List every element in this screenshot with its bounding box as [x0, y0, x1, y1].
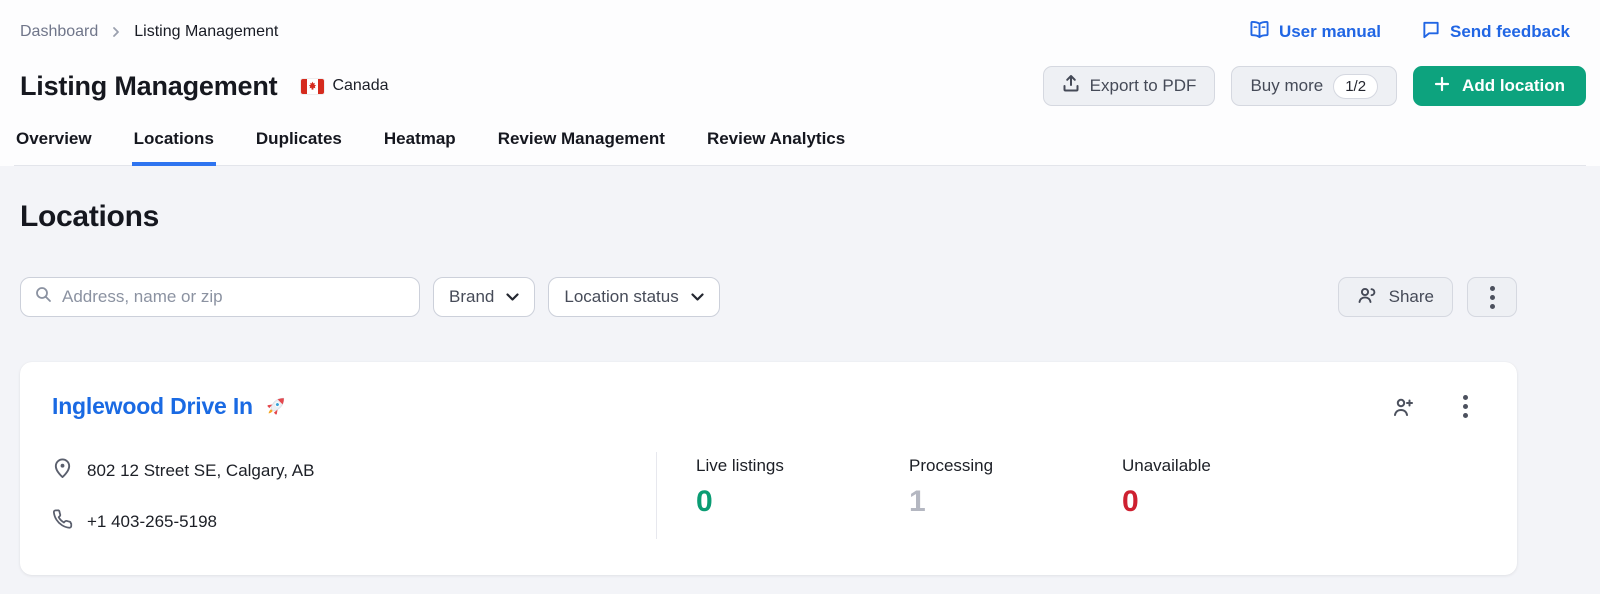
- divider: [656, 452, 657, 539]
- more-actions-button[interactable]: [1467, 277, 1517, 317]
- search-icon: [35, 286, 52, 308]
- stat-unavailable: Unavailable 0: [1122, 456, 1335, 535]
- quota-badge: 1/2: [1333, 74, 1378, 99]
- user-manual-label: User manual: [1279, 22, 1381, 42]
- buy-more-button[interactable]: Buy more 1/2: [1231, 66, 1397, 106]
- chevron-down-icon: [506, 287, 519, 307]
- listing-stats: Live listings 0 Processing 1 Unavailable…: [696, 456, 1335, 535]
- rocket-emoji: [263, 393, 289, 419]
- chevron-right-icon: [110, 26, 122, 38]
- page-title: Listing Management: [20, 71, 277, 102]
- chevron-down-icon: [691, 287, 704, 307]
- send-feedback-link[interactable]: Send feedback: [1421, 20, 1570, 44]
- phone-row: +1 403-265-5198: [52, 509, 656, 535]
- stat-label: Processing: [909, 456, 1122, 476]
- brand-filter-dropdown[interactable]: Brand: [433, 277, 535, 317]
- stat-value: 0: [1122, 485, 1335, 519]
- share-label: Share: [1389, 287, 1434, 307]
- location-name-link[interactable]: Inglewood Drive In: [52, 393, 253, 420]
- plus-icon: [1434, 76, 1450, 97]
- canada-flag-icon: [301, 79, 324, 94]
- kebab-icon: [1490, 286, 1495, 309]
- search-input[interactable]: [62, 287, 405, 307]
- tab-review-management[interactable]: Review Management: [496, 125, 667, 166]
- tab-duplicates[interactable]: Duplicates: [254, 125, 344, 166]
- buy-more-label: Buy more: [1250, 76, 1323, 96]
- tab-locations[interactable]: Locations: [132, 125, 216, 166]
- brand-filter-label: Brand: [449, 287, 494, 307]
- stat-processing: Processing 1: [909, 456, 1122, 535]
- export-to-pdf-label: Export to PDF: [1090, 76, 1197, 96]
- breadcrumb: Dashboard Listing Management: [20, 23, 278, 41]
- card-kebab-icon[interactable]: [1447, 388, 1483, 424]
- phone-text: +1 403-265-5198: [87, 512, 217, 532]
- share-people-icon: [1357, 286, 1379, 309]
- kebab-icon: [1463, 395, 1468, 418]
- stat-live-listings: Live listings 0: [696, 456, 909, 535]
- share-button[interactable]: Share: [1338, 277, 1453, 317]
- location-status-dropdown[interactable]: Location status: [548, 277, 719, 317]
- contact-info: 802 12 Street SE, Calgary, AB +1 403-265…: [52, 456, 656, 535]
- stat-value: 0: [696, 485, 909, 519]
- tab-overview[interactable]: Overview: [14, 125, 94, 166]
- tab-bar: Overview Locations Duplicates Heatmap Re…: [14, 125, 1586, 166]
- person-add-icon[interactable]: [1385, 388, 1421, 424]
- location-pin-icon: [52, 456, 73, 485]
- listing-management-page: Dashboard Listing Management User manual: [0, 0, 1600, 594]
- filter-row: Brand Location status: [20, 277, 1517, 317]
- book-icon: [1249, 20, 1270, 44]
- content-area: Locations Brand Location status: [0, 166, 1600, 594]
- stat-value: 1: [909, 485, 1122, 519]
- tab-heatmap[interactable]: Heatmap: [382, 125, 458, 166]
- locations-heading: Locations: [20, 200, 1517, 234]
- tab-review-analytics[interactable]: Review Analytics: [705, 125, 847, 166]
- breadcrumb-dashboard[interactable]: Dashboard: [20, 23, 98, 41]
- send-feedback-label: Send feedback: [1450, 22, 1570, 42]
- add-location-label: Add location: [1462, 76, 1565, 96]
- page-header: Dashboard Listing Management User manual: [0, 0, 1600, 166]
- add-location-button[interactable]: Add location: [1413, 66, 1586, 106]
- speech-bubble-icon: [1421, 20, 1441, 44]
- stat-label: Unavailable: [1122, 456, 1335, 476]
- export-icon: [1062, 74, 1080, 98]
- country-label: Canada: [332, 77, 388, 95]
- phone-icon: [52, 509, 73, 535]
- user-manual-link[interactable]: User manual: [1249, 20, 1381, 44]
- location-card: Inglewood Drive In: [20, 362, 1517, 575]
- country-indicator: Canada: [301, 77, 388, 95]
- breadcrumb-current: Listing Management: [134, 23, 278, 41]
- address-text: 802 12 Street SE, Calgary, AB: [87, 461, 314, 481]
- export-to-pdf-button[interactable]: Export to PDF: [1043, 66, 1216, 106]
- location-search: [20, 277, 420, 317]
- address-row: 802 12 Street SE, Calgary, AB: [52, 456, 656, 485]
- location-status-label: Location status: [564, 287, 678, 307]
- stat-label: Live listings: [696, 456, 909, 476]
